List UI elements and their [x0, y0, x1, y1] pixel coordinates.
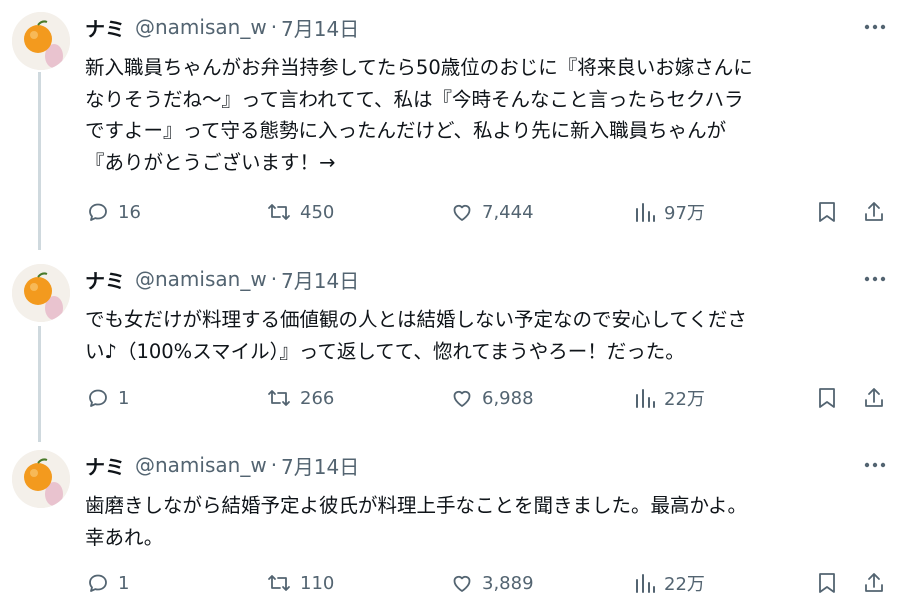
- tweet-text-line: 新入職員ちゃんがお弁当持参してたら50歳位のおじに『将来良いお嫁さんに: [85, 56, 753, 79]
- tweet-text-line: 歯磨きしながら結婚予定よ彼氏が料理上手なことを聞きました。最高かよ。: [85, 494, 748, 517]
- orange-avatar-image: [12, 12, 70, 70]
- more-options-button[interactable]: [862, 266, 888, 292]
- tweet-text-line: 幸あれ。: [85, 525, 164, 549]
- repost-button[interactable]: 266: [266, 382, 334, 414]
- tweet-text-line: なりそうだね〜』って言われてて、私は『今時そんなこと言ったらセクハラ: [85, 87, 744, 111]
- tweet[interactable]: ナミ @namisan_w · 7月14日 でも女だけが料理する価値観の人とは結…: [0, 264, 900, 434]
- action-bar: 1 110 3,889 22万: [0, 567, 900, 599]
- display-name[interactable]: ナミ: [85, 13, 125, 42]
- bookmark-button[interactable]: [816, 382, 838, 414]
- more-dots-icon: [864, 24, 886, 30]
- reply-icon: [89, 203, 107, 221]
- avatar[interactable]: [12, 450, 70, 508]
- reply-button[interactable]: 1: [86, 567, 129, 599]
- user-handle[interactable]: @namisan_w: [135, 15, 267, 39]
- more-dots-icon: [864, 276, 886, 282]
- separator-dot: ·: [270, 267, 278, 291]
- tweet[interactable]: ナミ @namisan_w · 7月14日 新入職員ちゃんがお弁当持参してたら5…: [0, 12, 900, 242]
- views-button[interactable]: 97万: [634, 196, 705, 228]
- post-date[interactable]: 7月14日: [281, 451, 359, 480]
- share-button[interactable]: [862, 382, 886, 414]
- share-icon: [865, 202, 883, 221]
- bookmark-icon: [819, 202, 835, 222]
- repost-count: 110: [300, 572, 335, 594]
- tweet-text-line: い♪（100%スマイル）』って返してて、惚れてまうやろー！だった。: [85, 339, 685, 363]
- user-handle[interactable]: @namisan_w: [135, 453, 267, 477]
- tweet-header: ナミ @namisan_w · 7月14日: [85, 13, 359, 42]
- orange-avatar-image: [12, 264, 70, 322]
- repost-icon: [268, 204, 290, 220]
- tweet-text-line: でも女だけが料理する価値観の人とは結婚しない予定なので安心してくださ: [85, 308, 747, 331]
- view-count: 22万: [664, 574, 705, 595]
- share-button[interactable]: [862, 196, 886, 228]
- display-name[interactable]: ナミ: [85, 265, 125, 294]
- repost-count: 266: [300, 387, 335, 409]
- tweet-header: ナミ @namisan_w · 7月14日: [85, 451, 359, 480]
- view-count: 97万: [664, 203, 705, 224]
- more-options-button[interactable]: [862, 452, 888, 478]
- tweet-header: ナミ @namisan_w · 7月14日: [85, 265, 359, 294]
- tweet-text: 新入職員ちゃんがお弁当持参してたら50歳位のおじに『将来良いお嫁さんに なりそう…: [85, 52, 885, 178]
- tweet-text-line: 『ありがとうございます！→: [85, 150, 336, 174]
- repost-icon: [268, 575, 290, 591]
- like-button[interactable]: 7,444: [450, 196, 534, 228]
- like-count: 3,889: [482, 572, 534, 594]
- like-button[interactable]: 6,988: [450, 382, 534, 414]
- views-chart-icon: [636, 574, 655, 593]
- share-icon: [865, 388, 883, 407]
- share-icon: [865, 573, 883, 592]
- like-button[interactable]: 3,889: [450, 567, 534, 599]
- avatar[interactable]: [12, 12, 70, 70]
- repost-button[interactable]: 110: [266, 567, 334, 599]
- orange-avatar-image: [12, 450, 70, 508]
- user-handle[interactable]: @namisan_w: [135, 267, 267, 291]
- reply-count: 1: [118, 387, 130, 409]
- tweet[interactable]: ナミ @namisan_w · 7月14日 歯磨きしながら結婚予定よ彼氏が料理上…: [0, 450, 900, 600]
- reply-button[interactable]: 1: [86, 382, 129, 414]
- share-button[interactable]: [862, 567, 886, 599]
- bookmark-button[interactable]: [816, 567, 838, 599]
- view-count: 22万: [664, 389, 705, 410]
- repost-icon: [268, 390, 290, 406]
- heart-icon: [453, 204, 471, 221]
- post-date[interactable]: 7月14日: [281, 265, 359, 294]
- heart-icon: [453, 390, 471, 407]
- repost-button[interactable]: 450: [266, 196, 334, 228]
- like-count: 6,988: [482, 387, 534, 409]
- display-name[interactable]: ナミ: [85, 451, 125, 480]
- reply-icon: [89, 574, 107, 592]
- bookmark-icon: [819, 573, 835, 593]
- tweet-text: でも女だけが料理する価値観の人とは結婚しない予定なので安心してくださ い♪（10…: [85, 304, 885, 367]
- bookmark-button[interactable]: [816, 196, 838, 228]
- reply-count: 1: [118, 572, 130, 594]
- repost-count: 450: [300, 201, 335, 223]
- action-bar: 16 450 7,444 97万: [0, 196, 900, 228]
- views-button[interactable]: 22万: [634, 567, 705, 599]
- avatar[interactable]: [12, 264, 70, 322]
- reply-icon: [89, 389, 107, 407]
- tweet-text-line: ですよー』って守る態勢に入ったんだけど、私より先に新入職員ちゃんが: [85, 119, 727, 142]
- bookmark-icon: [819, 388, 835, 408]
- post-date[interactable]: 7月14日: [281, 13, 359, 42]
- more-dots-icon: [864, 462, 886, 468]
- reply-count: 16: [118, 201, 141, 223]
- heart-icon: [453, 575, 471, 592]
- separator-dot: ·: [270, 453, 278, 477]
- views-chart-icon: [636, 203, 655, 222]
- views-chart-icon: [636, 389, 655, 408]
- like-count: 7,444: [482, 201, 534, 223]
- views-button[interactable]: 22万: [634, 382, 705, 414]
- more-options-button[interactable]: [862, 14, 888, 40]
- reply-button[interactable]: 16: [86, 196, 141, 228]
- separator-dot: ·: [270, 15, 278, 39]
- action-bar: 1 266 6,988 22万: [0, 382, 900, 414]
- tweet-text: 歯磨きしながら結婚予定よ彼氏が料理上手なことを聞きました。最高かよ。 幸あれ。: [85, 490, 885, 553]
